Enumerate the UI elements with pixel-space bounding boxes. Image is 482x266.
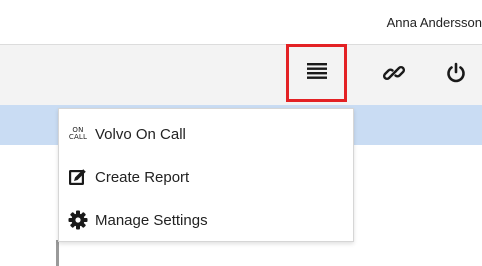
user-name: Anna Andersson (386, 15, 482, 30)
page-edge-divider (56, 240, 59, 266)
power-button[interactable] (436, 45, 476, 105)
power-icon (445, 62, 467, 89)
menu-item-label: Create Report (95, 168, 190, 186)
menu-item-volvo-on-call[interactable]: ON CALL Volvo On Call (59, 112, 353, 156)
hamburger-menu-icon (306, 62, 328, 85)
main-menu-dropdown: ON CALL Volvo On Call Create Report Mana… (58, 108, 354, 242)
link-icon (382, 62, 406, 89)
menu-button[interactable] (286, 44, 347, 102)
menu-item-label: Manage Settings (95, 211, 208, 229)
edit-icon (67, 167, 89, 187)
menu-item-create-report[interactable]: Create Report (59, 155, 353, 199)
menu-item-manage-settings[interactable]: Manage Settings (59, 198, 353, 242)
menu-item-label: Volvo On Call (95, 125, 186, 143)
on-call-icon: ON CALL (68, 126, 88, 141)
gear-icon (67, 210, 89, 230)
top-toolbar (0, 44, 482, 106)
link-button[interactable] (374, 45, 414, 105)
